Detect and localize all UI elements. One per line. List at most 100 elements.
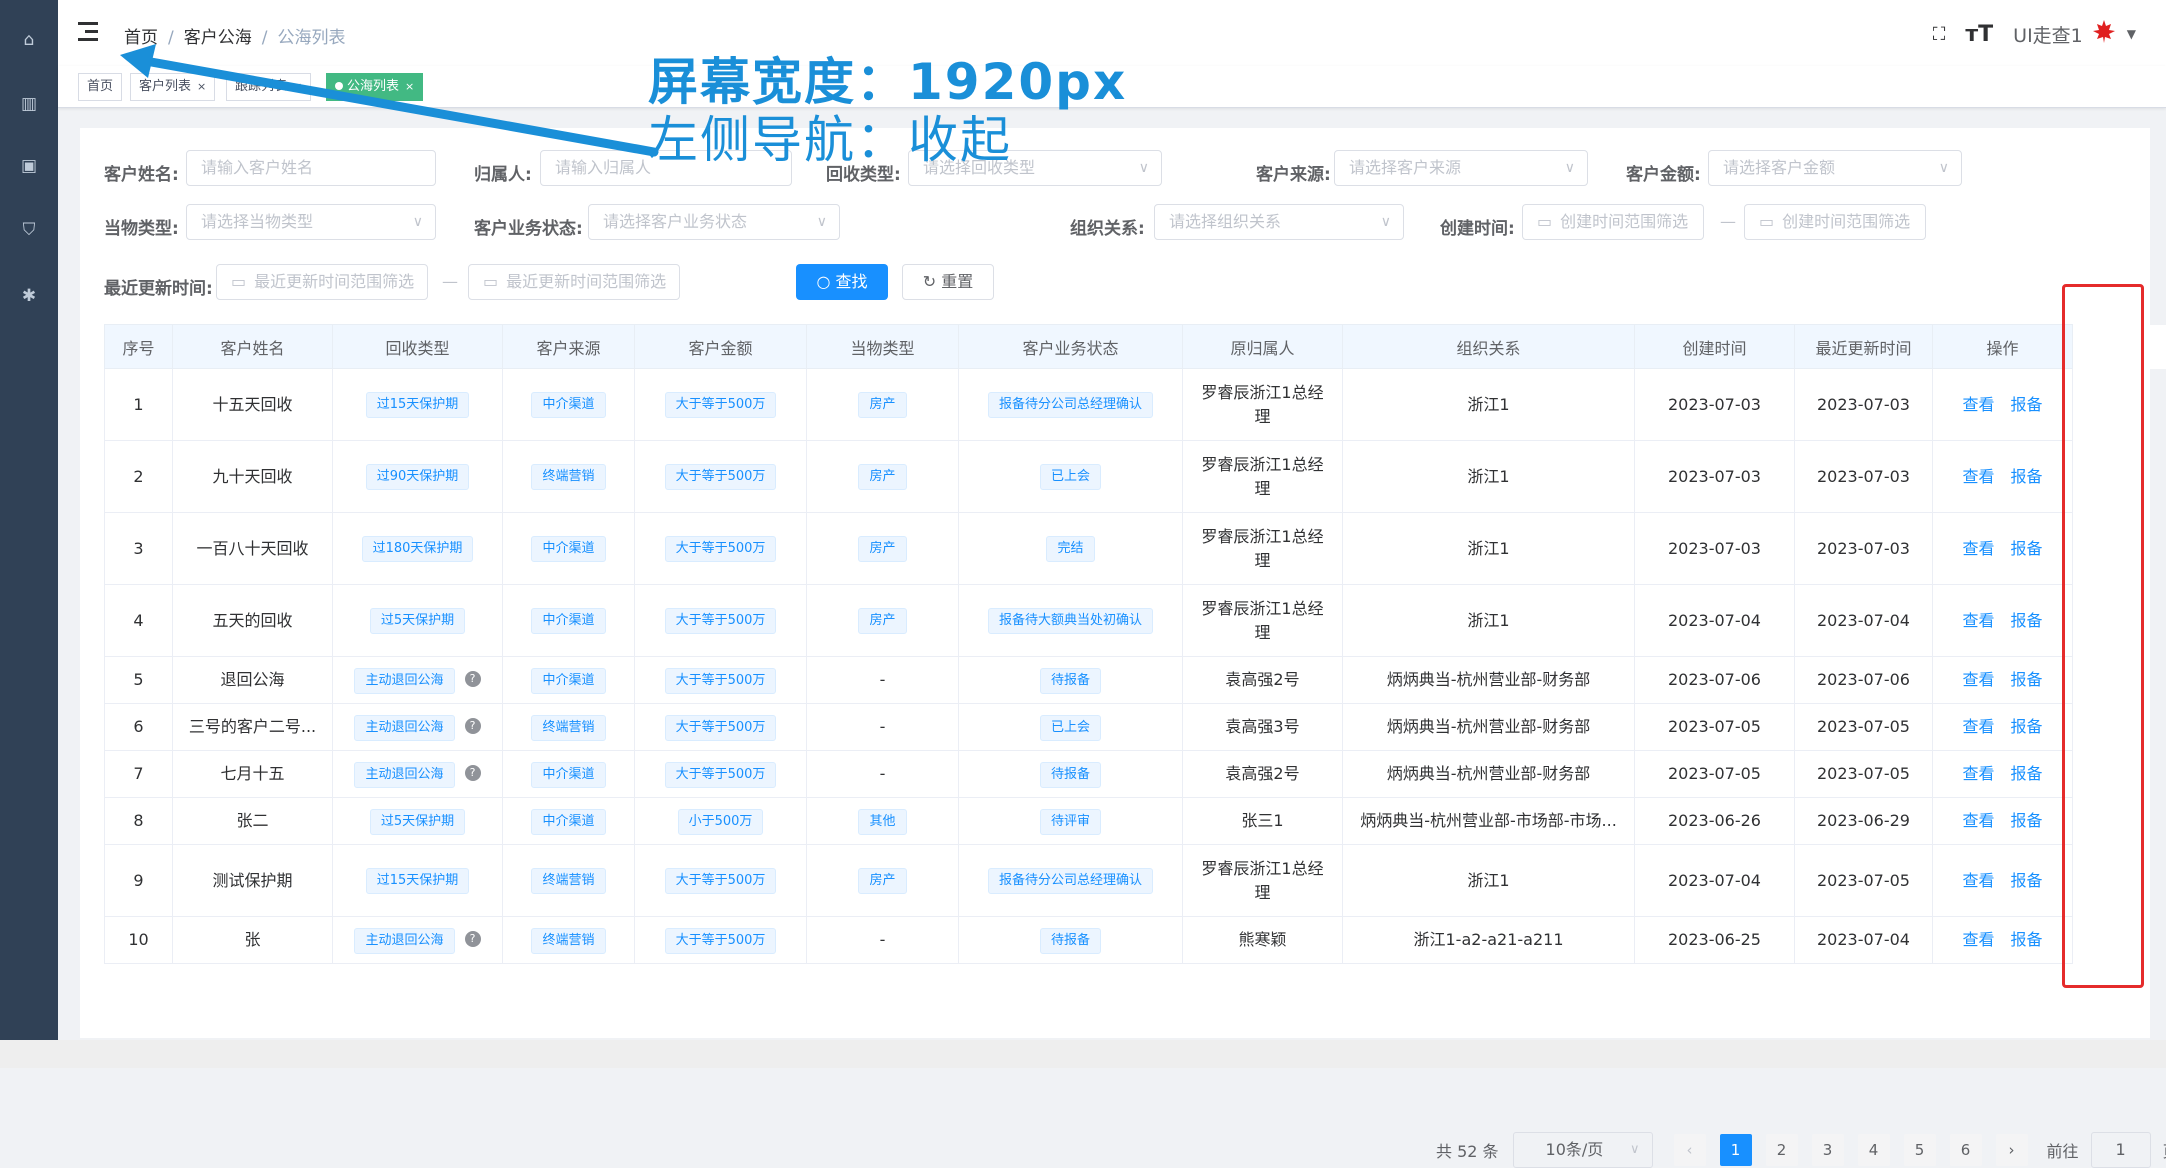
tag-home[interactable]: 首页: [78, 73, 122, 101]
table-row: 2九十天回收过90天保护期终端营销大于等于500万房产已上会罗睿辰浙江1总经理浙…: [105, 441, 2166, 513]
org-relation: 炳炳典当-杭州营业部-财务部: [1347, 668, 1630, 692]
view-link[interactable]: 查看: [1962, 764, 1994, 783]
tag-customer-list[interactable]: 客户列表×: [130, 73, 215, 101]
report-link[interactable]: 报备: [2011, 717, 2043, 736]
breadcrumb-public-pool[interactable]: 客户公海: [184, 28, 252, 48]
original-owner: 罗睿辰浙江1总经理: [1195, 525, 1330, 573]
customer-name: 九十天回收: [177, 465, 328, 489]
pawn-type-badge: 房产: [858, 536, 906, 562]
status-badge: 待报备: [1040, 928, 1101, 954]
business-status-select[interactable]: 请选择客户业务状态∨: [588, 204, 840, 240]
table-row: 7七月十五主动退回公海?中介渠道大于等于500万-待报备袁高强2号炳炳典当-杭州…: [105, 751, 2166, 798]
created-time: 2023-07-05: [1668, 764, 1761, 783]
report-link[interactable]: 报备: [2011, 467, 2043, 486]
col-header: 回收类型: [333, 325, 503, 369]
search-icon: ○: [816, 272, 835, 291]
close-icon[interactable]: ×: [293, 80, 302, 93]
tag-public-pool-list[interactable]: 公海列表×: [326, 73, 423, 101]
source-badge: 终端营销: [531, 868, 605, 894]
page-1[interactable]: 1: [1720, 1134, 1752, 1166]
pawn-type-label: 当物类型:: [104, 214, 179, 239]
page-4[interactable]: 4: [1858, 1134, 1890, 1166]
view-link[interactable]: 查看: [1962, 611, 1994, 630]
amount-badge: 大于等于500万: [665, 668, 777, 694]
view-link[interactable]: 查看: [1962, 717, 1994, 736]
font-size-icon[interactable]: тT: [1965, 22, 1993, 47]
help-icon[interactable]: ?: [465, 931, 481, 947]
view-link[interactable]: 查看: [1962, 395, 1994, 414]
status-badge: 已上会: [1040, 715, 1101, 741]
close-icon[interactable]: ×: [405, 80, 414, 93]
table-row: 8张二过5天保护期中介渠道小于500万其他待评审张三1炳炳典当-杭州营业部-市场…: [105, 798, 2166, 845]
report-link[interactable]: 报备: [2011, 811, 2043, 830]
created-time: 2023-07-05: [1668, 717, 1761, 736]
page-5[interactable]: 5: [1904, 1134, 1936, 1166]
original-owner: 张三1: [1195, 809, 1330, 833]
source-badge: 中介渠道: [531, 536, 605, 562]
created-time-start[interactable]: ▭创建时间范围筛选: [1522, 204, 1704, 240]
tag-follow-list[interactable]: 跟踪列表×: [226, 73, 311, 101]
created-time: 2023-07-03: [1668, 467, 1761, 486]
home-icon[interactable]: ⌂: [15, 26, 43, 54]
maple-leaf-avatar-icon[interactable]: [2091, 18, 2117, 50]
shield-icon[interactable]: ⛉: [15, 216, 43, 244]
page-size-select[interactable]: 10条/页∨: [1513, 1132, 1653, 1168]
report-link[interactable]: 报备: [2011, 539, 2043, 558]
dropdown-caret-icon[interactable]: ▼: [2127, 27, 2136, 41]
created-time-end[interactable]: ▭创建时间范围筛选: [1744, 204, 1926, 240]
customer-name: 测试保护期: [177, 869, 328, 893]
next-page-button[interactable]: ›: [1996, 1134, 2028, 1166]
source-badge: 中介渠道: [531, 762, 605, 788]
col-header: 客户来源: [503, 325, 635, 369]
calendar-icon: ▭: [1537, 212, 1552, 231]
chevron-down-icon: ∨: [1139, 151, 1149, 185]
search-button[interactable]: ○ 查找: [796, 264, 888, 300]
document-icon[interactable]: ▣: [15, 152, 43, 180]
reset-button[interactable]: ↻ 重置: [902, 264, 994, 300]
page-unit: 页: [2163, 1138, 2166, 1162]
col-header: 原归属人: [1183, 325, 1343, 369]
gear-icon[interactable]: ✱: [15, 282, 43, 310]
customer-name-input[interactable]: 请输入客户姓名: [186, 150, 436, 186]
view-link[interactable]: 查看: [1962, 930, 1994, 949]
report-link[interactable]: 报备: [2011, 611, 2043, 630]
col-header: 序号: [105, 325, 173, 369]
page-6[interactable]: 6: [1950, 1134, 1982, 1166]
fullscreen-icon[interactable]: ⛶: [1933, 24, 1946, 45]
view-link[interactable]: 查看: [1962, 467, 1994, 486]
view-link[interactable]: 查看: [1962, 670, 1994, 689]
help-icon[interactable]: ?: [465, 671, 481, 687]
source-select[interactable]: 请选择客户来源∨: [1334, 150, 1588, 186]
pawn-type-text: -: [880, 717, 886, 736]
report-link[interactable]: 报备: [2011, 395, 2043, 414]
report-link[interactable]: 报备: [2011, 670, 2043, 689]
goto-page-input[interactable]: 1: [2091, 1132, 2151, 1168]
help-icon[interactable]: ?: [465, 765, 481, 781]
amount-select[interactable]: 请选择客户金额∨: [1708, 150, 1962, 186]
customer-name: 七月十五: [177, 762, 328, 786]
page-3[interactable]: 3: [1812, 1134, 1844, 1166]
updated-time: 2023-07-05: [1817, 764, 1910, 783]
prev-page-button[interactable]: ‹: [1674, 1134, 1706, 1166]
updated-time-start[interactable]: ▭最近更新时间范围筛选: [216, 264, 428, 300]
report-link[interactable]: 报备: [2011, 871, 2043, 890]
list-icon[interactable]: ▥: [15, 90, 43, 118]
pawn-type-select[interactable]: 请选择当物类型∨: [186, 204, 436, 240]
report-link[interactable]: 报备: [2011, 764, 2043, 783]
original-owner: 袁高强2号: [1195, 668, 1330, 692]
report-link[interactable]: 报备: [2011, 930, 2043, 949]
org-select[interactable]: 请选择组织关系∨: [1154, 204, 1404, 240]
updated-time: 2023-07-03: [1817, 395, 1910, 414]
view-link[interactable]: 查看: [1962, 811, 1994, 830]
page-2[interactable]: 2: [1766, 1134, 1798, 1166]
user-name[interactable]: UI走查1: [2013, 21, 2083, 48]
updated-time-end[interactable]: ▭最近更新时间范围筛选: [468, 264, 680, 300]
total-count: 共 52 条: [1436, 1138, 1499, 1162]
help-icon[interactable]: ?: [465, 718, 481, 734]
breadcrumb-home[interactable]: 首页: [124, 28, 158, 48]
close-icon[interactable]: ×: [197, 80, 206, 93]
table-row: 5退回公海主动退回公海?中介渠道大于等于500万-待报备袁高强2号炳炳典当-杭州…: [105, 657, 2166, 704]
view-link[interactable]: 查看: [1962, 539, 1994, 558]
view-link[interactable]: 查看: [1962, 871, 1994, 890]
hamburger-icon[interactable]: [78, 22, 100, 42]
